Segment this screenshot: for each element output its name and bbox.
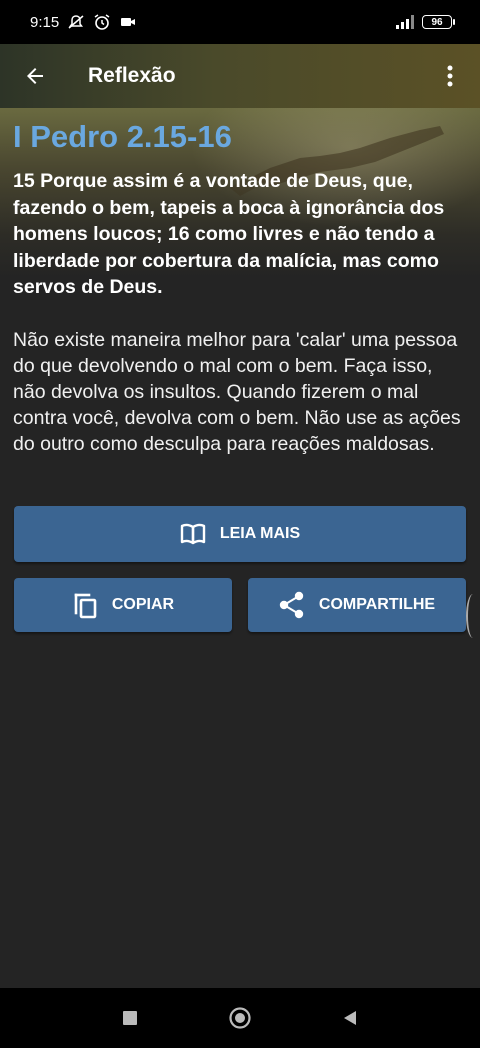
edge-panel-handle[interactable] bbox=[466, 594, 480, 638]
more-options-button[interactable] bbox=[438, 59, 462, 93]
share-icon bbox=[279, 591, 305, 619]
recents-button[interactable] bbox=[115, 1003, 145, 1033]
more-vert-icon bbox=[447, 65, 453, 87]
battery-indicator: 96 bbox=[422, 15, 455, 29]
copy-label: COPIAR bbox=[111, 596, 175, 613]
read-more-label: LEIA MAIS bbox=[219, 525, 301, 542]
app-bar: Reflexão bbox=[0, 44, 480, 108]
mute-notification-icon bbox=[67, 13, 85, 31]
home-button[interactable] bbox=[225, 1003, 255, 1033]
copy-button[interactable]: COPIAR bbox=[14, 578, 232, 632]
square-icon bbox=[123, 1011, 137, 1025]
alarm-icon bbox=[93, 13, 111, 31]
status-bar: 9:15 96 bbox=[0, 0, 480, 44]
triangle-back-icon bbox=[344, 1011, 356, 1025]
book-open-icon bbox=[180, 523, 206, 545]
battery-level: 96 bbox=[431, 16, 443, 28]
share-label: COMPARTILHE bbox=[318, 596, 436, 613]
verse-text: 15 Porque assim é a vontade de Deus, que… bbox=[13, 170, 445, 298]
share-button[interactable]: COMPARTILHE bbox=[248, 578, 466, 632]
bible-reference: I Pedro 2.15-16 bbox=[13, 119, 232, 154]
back-arrow-icon bbox=[27, 68, 43, 84]
status-time: 9:15 bbox=[30, 13, 60, 31]
back-nav-button[interactable] bbox=[335, 1003, 365, 1033]
back-button[interactable] bbox=[18, 59, 52, 93]
system-navigation-bar bbox=[0, 988, 480, 1048]
page-title: Reflexão bbox=[88, 64, 176, 87]
copy-icon bbox=[72, 591, 98, 619]
signal-icon bbox=[394, 13, 414, 31]
home-circle-icon bbox=[229, 1007, 251, 1029]
video-camera-icon bbox=[119, 13, 137, 31]
reflection-content: I Pedro 2.15-16 15 Porque assim é a vont… bbox=[13, 118, 468, 457]
read-more-button[interactable]: LEIA MAIS bbox=[14, 506, 466, 562]
reflection-text: Não existe maneira melhor para 'calar' u… bbox=[13, 328, 461, 455]
